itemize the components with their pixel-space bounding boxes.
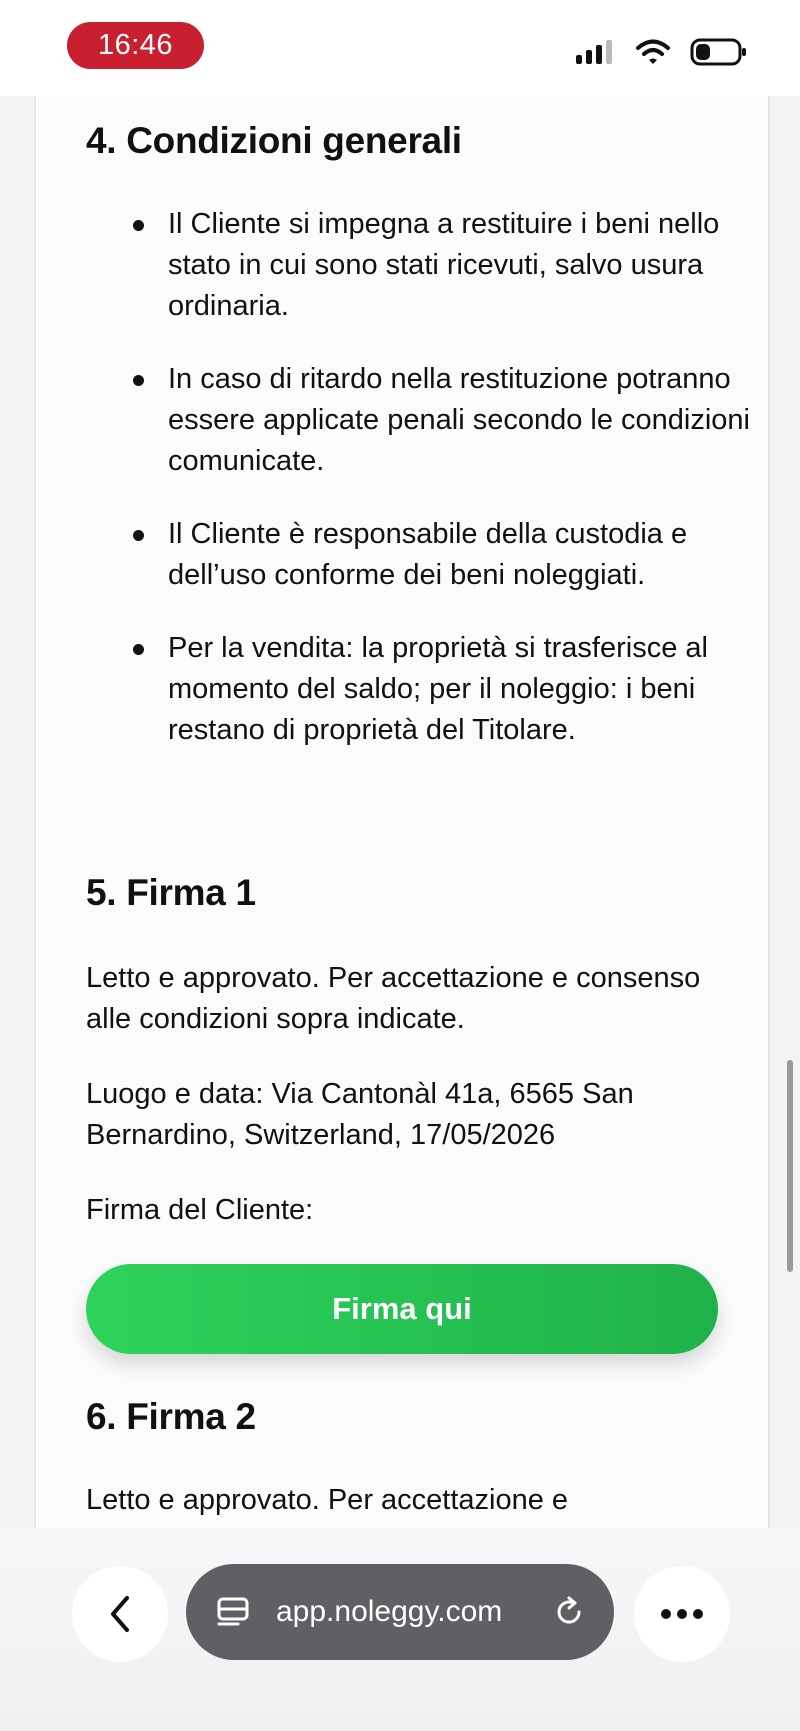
- battery-icon: [690, 38, 746, 66]
- signature-label: Firma del Cliente:: [86, 1194, 314, 1226]
- browser-toolbar: app.noleggy.com: [0, 1528, 800, 1731]
- more-button[interactable]: [634, 1566, 730, 1662]
- address-bar[interactable]: app.noleggy.com: [186, 1564, 614, 1660]
- conditions-list: Il Cliente si impegna a restituire i ben…: [86, 204, 768, 783]
- approval-text-2: Letto e approvato. Per accettazione e: [86, 1484, 569, 1516]
- list-item: In caso di ritardo nella restituzione po…: [133, 359, 768, 482]
- wifi-icon: [636, 39, 670, 64]
- web-page: 4. Condizioni generali Il Cliente si imp…: [34, 96, 770, 1528]
- back-icon: [111, 1596, 129, 1632]
- status-bar: 16:46: [0, 0, 800, 96]
- status-icons: [574, 34, 748, 70]
- list-item: Per la vendita: la proprietà si trasferi…: [133, 628, 768, 751]
- sign-here-button[interactable]: Firma qui: [86, 1264, 718, 1354]
- list-item: Il Cliente è responsabile della custodia…: [133, 514, 768, 596]
- tabs-icon[interactable]: [216, 1595, 250, 1629]
- section-title-signature-1: 5. Firma 1: [86, 872, 256, 913]
- approval-text: Letto e approvato. Per accettazione e co…: [86, 962, 701, 1035]
- status-time: 16:46: [67, 22, 204, 69]
- signal-icon: [576, 40, 612, 64]
- section-title-signature-2: 6. Firma 2: [86, 1396, 256, 1437]
- list-item: Il Cliente si impegna a restituire i ben…: [133, 204, 768, 327]
- section-title-conditions: 4. Condizioni generali: [86, 120, 462, 161]
- place-date-text: Luogo e data: Via Cantonàl 41a, 6565 San…: [86, 1078, 634, 1151]
- url-text[interactable]: app.noleggy.com: [276, 1595, 502, 1629]
- more-icon: [661, 1609, 703, 1619]
- back-button[interactable]: [72, 1566, 168, 1662]
- reload-icon[interactable]: [552, 1595, 586, 1629]
- page-scrollbar[interactable]: [787, 1060, 793, 1272]
